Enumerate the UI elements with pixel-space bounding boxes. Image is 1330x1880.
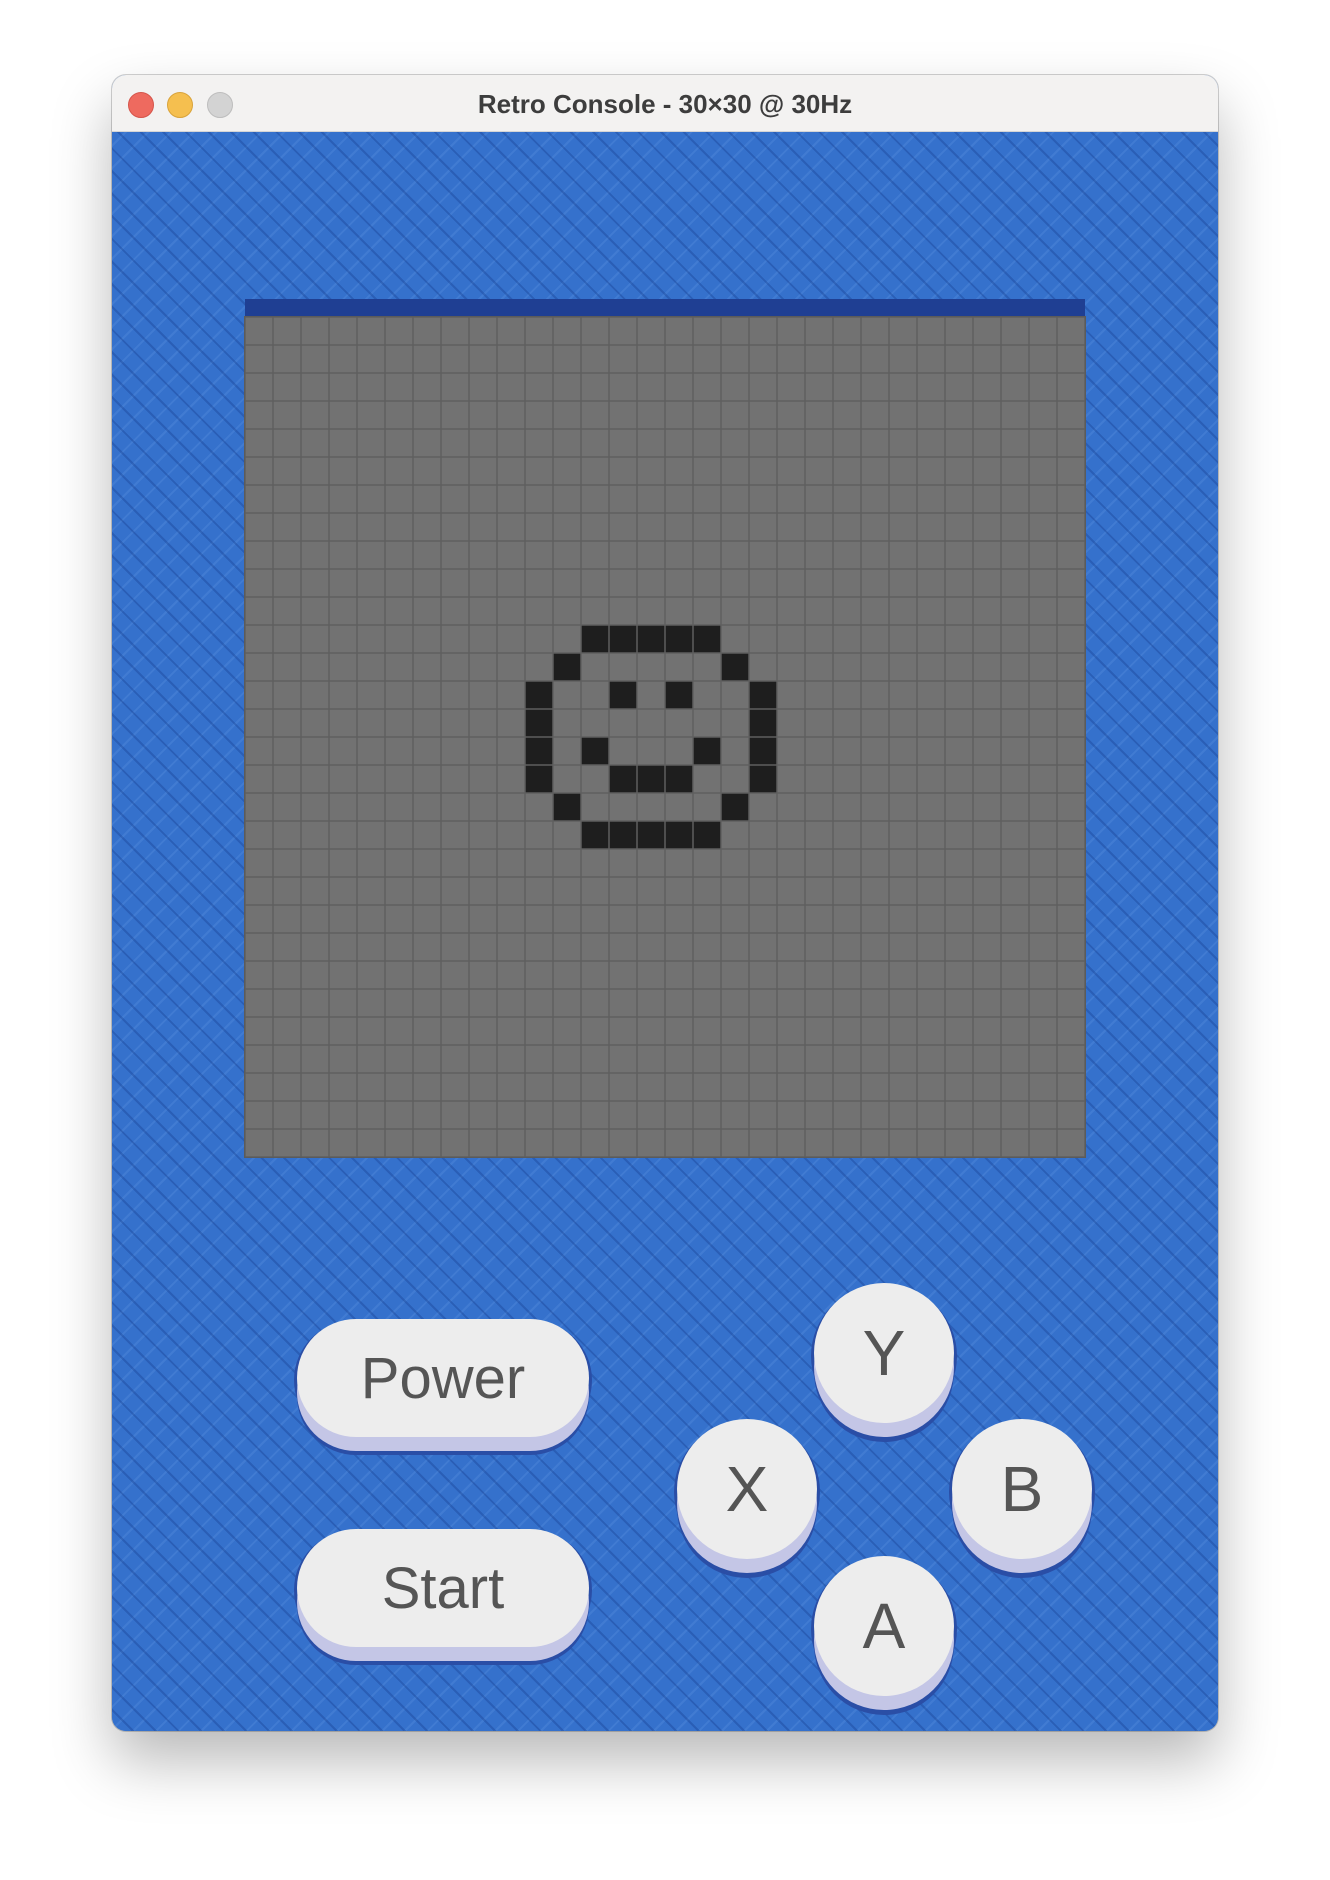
lit-pixel bbox=[637, 821, 665, 849]
title-bar: Retro Console - 30×30 @ 30Hz bbox=[112, 75, 1218, 132]
lit-pixel bbox=[581, 737, 609, 765]
lit-pixel bbox=[609, 681, 637, 709]
lit-pixel bbox=[665, 765, 693, 793]
start-button[interactable]: Start bbox=[297, 1529, 589, 1647]
lit-pixel bbox=[581, 821, 609, 849]
lit-pixel bbox=[749, 737, 777, 765]
pixel-grid bbox=[245, 317, 1085, 1157]
lit-pixel bbox=[525, 709, 553, 737]
lit-pixel bbox=[553, 653, 581, 681]
lit-pixel bbox=[553, 793, 581, 821]
lit-pixel bbox=[749, 765, 777, 793]
lit-pixel bbox=[749, 709, 777, 737]
lit-pixel bbox=[665, 821, 693, 849]
window-title: Retro Console - 30×30 @ 30Hz bbox=[477, 89, 853, 119]
y-button[interactable]: Y bbox=[814, 1283, 954, 1423]
lit-pixel bbox=[609, 765, 637, 793]
lit-pixel bbox=[693, 737, 721, 765]
lit-pixel bbox=[637, 765, 665, 793]
lit-pixel bbox=[609, 821, 637, 849]
a-button[interactable]: A bbox=[814, 1556, 954, 1696]
app-window: Retro Console - 30×30 @ 30Hz Power Start… bbox=[112, 75, 1218, 1731]
pixel-display bbox=[244, 316, 1086, 1158]
lit-pixel bbox=[749, 681, 777, 709]
lit-pixel bbox=[581, 625, 609, 653]
lit-pixel bbox=[721, 653, 749, 681]
lit-pixel bbox=[721, 793, 749, 821]
x-button[interactable]: X bbox=[677, 1419, 817, 1559]
lit-pixel bbox=[665, 681, 693, 709]
console-body: Power Start Y X B A bbox=[112, 132, 1218, 1731]
screen-header-bar bbox=[245, 299, 1085, 317]
lit-pixel bbox=[637, 625, 665, 653]
lit-pixel bbox=[693, 625, 721, 653]
lit-pixel bbox=[525, 681, 553, 709]
lit-pixel bbox=[609, 625, 637, 653]
lit-pixel bbox=[665, 625, 693, 653]
b-button[interactable]: B bbox=[952, 1419, 1092, 1559]
lit-pixel bbox=[525, 765, 553, 793]
lit-pixel bbox=[693, 821, 721, 849]
power-button[interactable]: Power bbox=[297, 1319, 589, 1437]
lit-pixel bbox=[525, 737, 553, 765]
